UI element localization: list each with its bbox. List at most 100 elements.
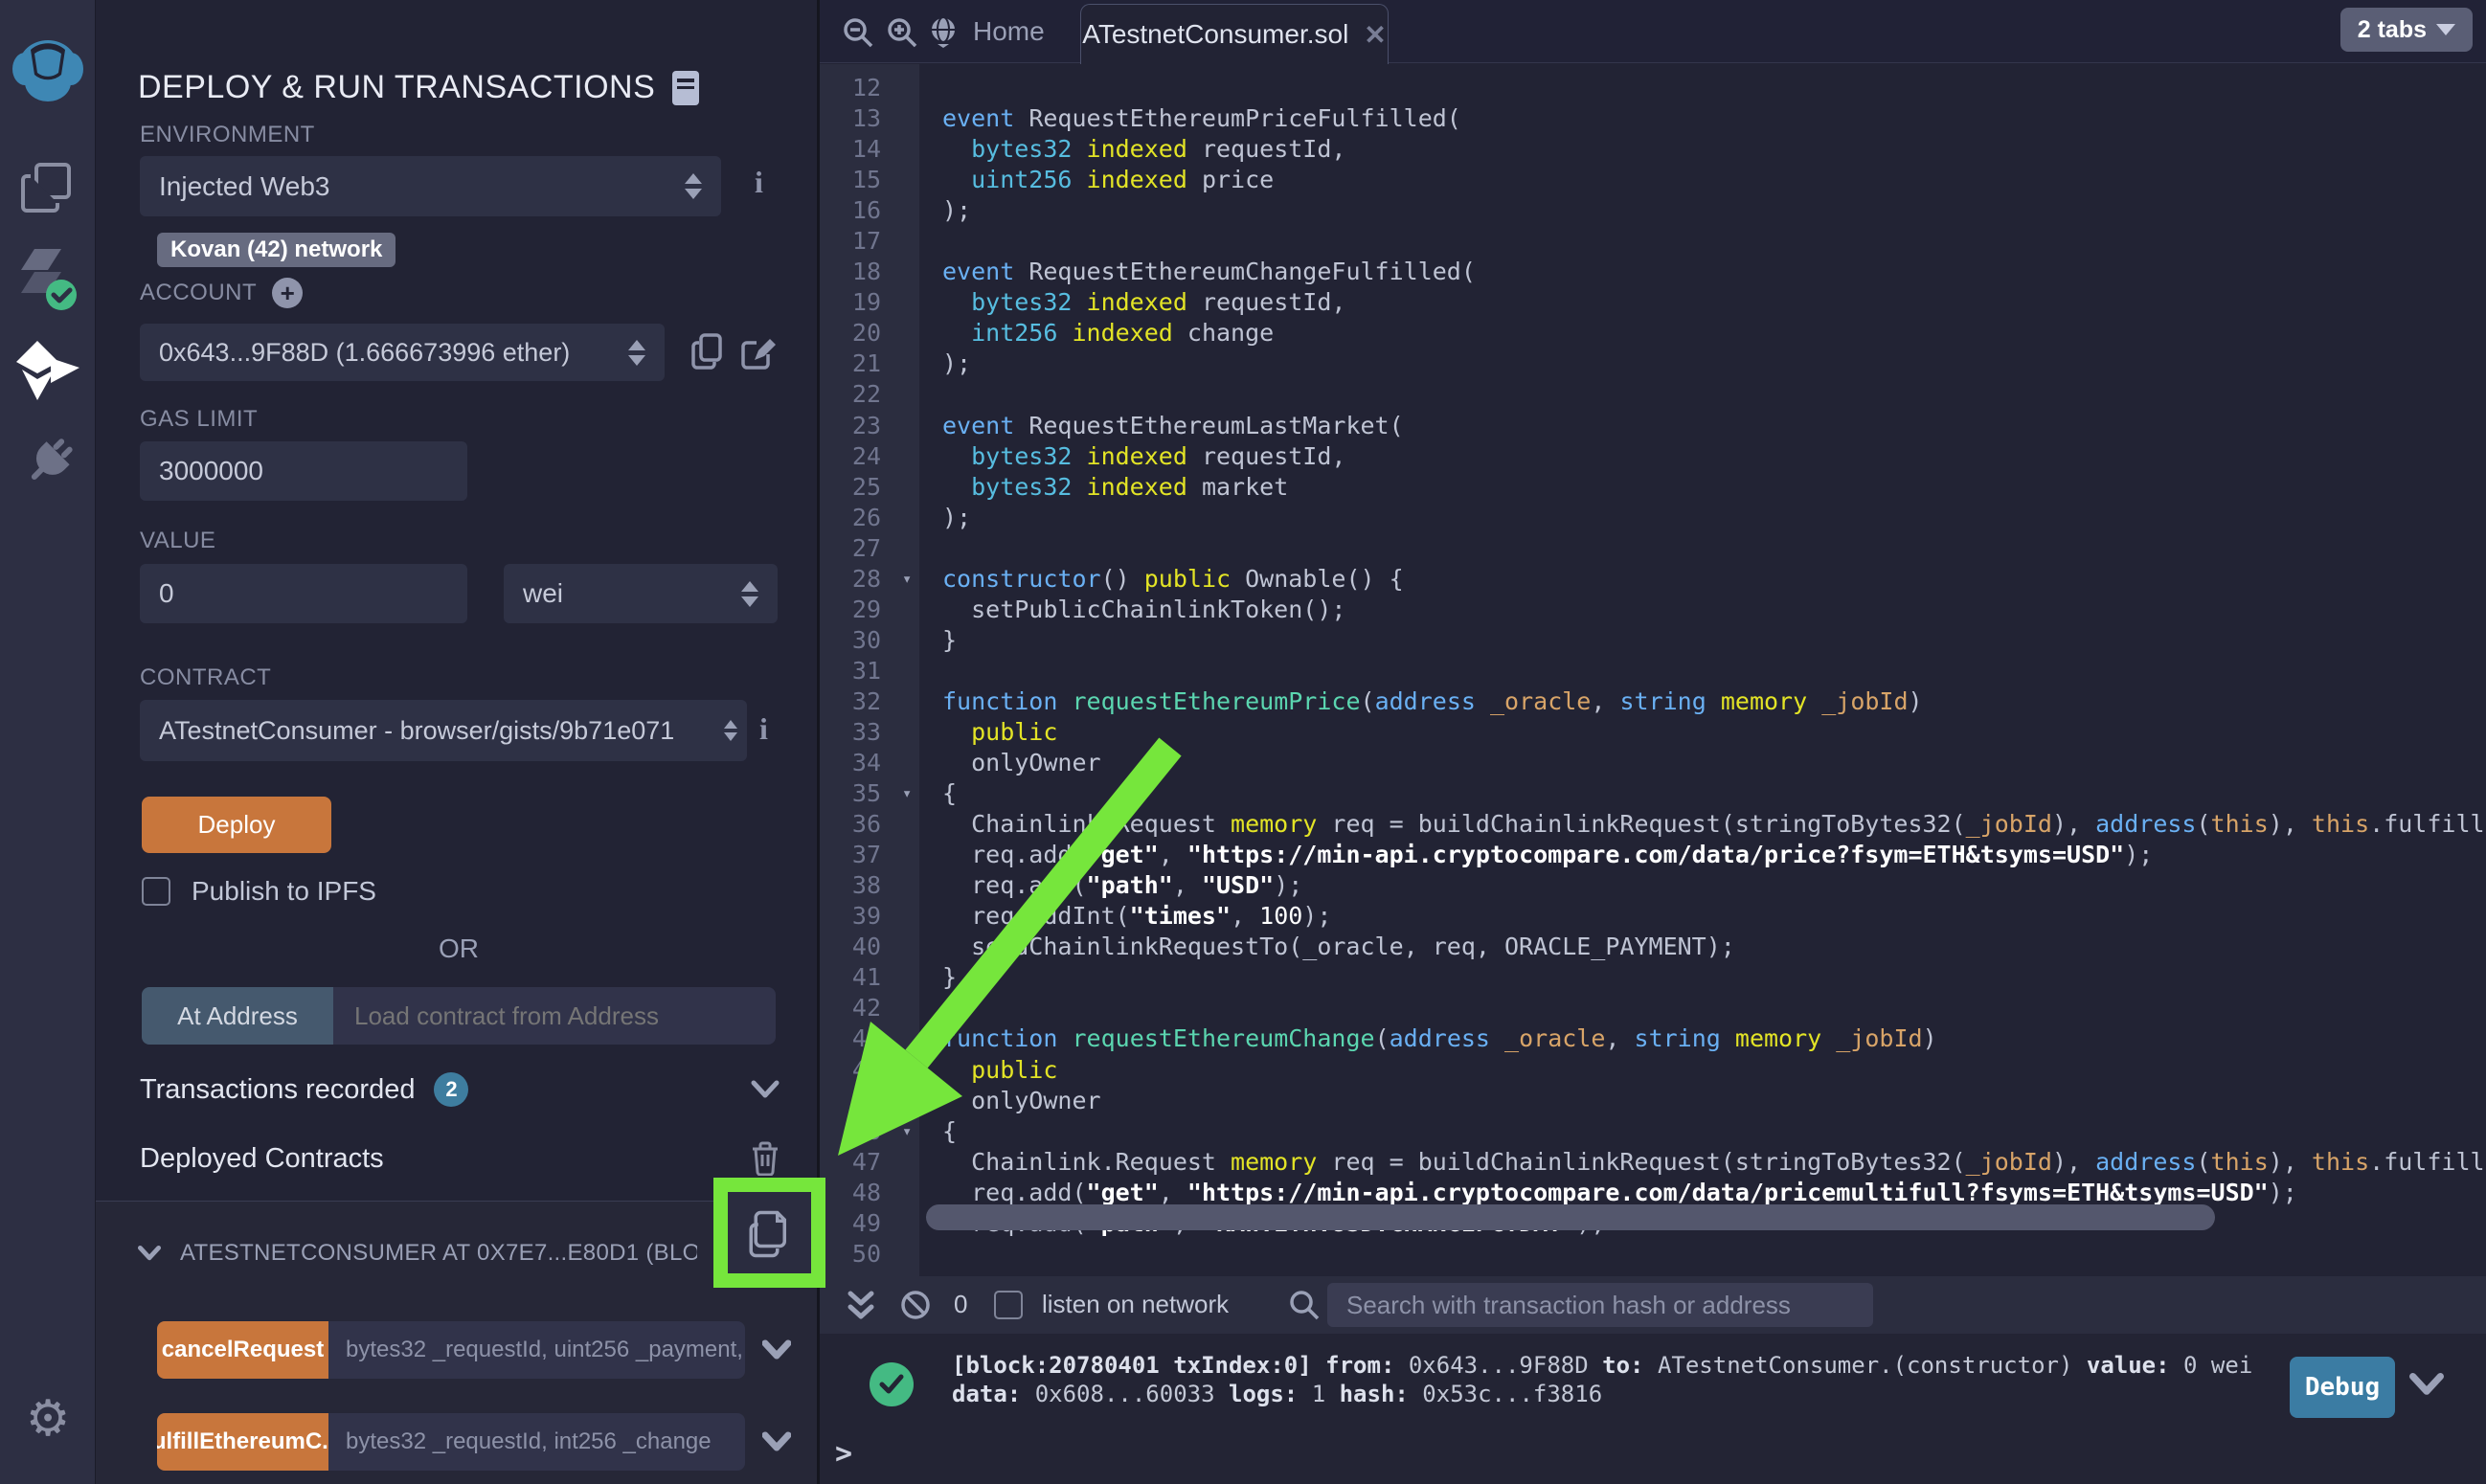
collapse-terminal-icon[interactable] <box>847 1290 875 1322</box>
cancel-request-params-input[interactable]: bytes32 _requestId, uint256 _payment, by <box>328 1321 745 1379</box>
chevron-down-icon[interactable] <box>751 1080 780 1099</box>
code-rows: 1213event RequestEthereumPriceFulfilled(… <box>820 73 2486 1270</box>
code-line: 16); <box>820 195 2486 226</box>
code-line: 28▾constructor() public Ownable() { <box>820 564 2486 595</box>
code-area[interactable]: 1213event RequestEthereumPriceFulfilled(… <box>820 64 2486 1276</box>
account-select[interactable]: 0x643...9F88D (1.666673996 ether) <box>140 324 665 381</box>
transactions-recorded-label: Transactions recorded <box>140 1074 415 1106</box>
tabs-count-label: 2 tabs <box>2358 16 2427 44</box>
settings-gear-icon[interactable]: ⚙ <box>0 1390 96 1448</box>
select-updown-icon <box>628 340 645 366</box>
contract-value: ATestnetConsumer - browser/gists/9b71e07… <box>159 716 674 746</box>
code-line: 35▾{ <box>820 778 2486 809</box>
code-line: 26); <box>820 503 2486 533</box>
panel-title-row: DEPLOY & RUN TRANSACTIONS <box>138 69 699 106</box>
or-divider: OR <box>142 933 776 964</box>
zoom-out-icon[interactable] <box>843 17 873 48</box>
fulfill-ethereum-params-input[interactable]: bytes32 _requestId, int256 _change <box>328 1413 745 1471</box>
cancel-request-button[interactable]: cancelRequest <box>157 1321 328 1379</box>
tx-success-icon <box>870 1362 914 1406</box>
pending-tx-count: 0 <box>954 1290 967 1319</box>
environment-select[interactable]: Injected Web3 <box>140 156 721 216</box>
transactions-count-badge: 2 <box>434 1072 468 1107</box>
clear-console-icon[interactable] <box>900 1290 931 1320</box>
chevron-down-icon[interactable] <box>762 1339 791 1360</box>
instance-header-row[interactable]: ATESTNETCONSUMER AT 0X7E7...E80D1 (BLOCK… <box>138 1240 712 1267</box>
publish-ipfs-label: Publish to IPFS <box>192 876 376 907</box>
deploy-button[interactable]: Deploy <box>142 797 331 853</box>
tab-home[interactable]: Home <box>927 0 1045 63</box>
edit-account-icon[interactable] <box>739 333 778 371</box>
fulfill-ethereum-button[interactable]: fulfillEthereumC... <box>157 1413 328 1471</box>
tabs-count-dropdown[interactable]: 2 tabs <box>2340 8 2473 52</box>
close-tab-icon[interactable]: ✕ <box>1364 19 1386 51</box>
code-line: 13event RequestEthereumPriceFulfilled( <box>820 103 2486 134</box>
chevron-down-icon[interactable] <box>762 1431 791 1452</box>
zoom-in-icon[interactable] <box>887 17 917 48</box>
remix-ide: { "accent": { "annotation_green": "#76e6… <box>0 0 2486 1484</box>
transactions-recorded-row[interactable]: Transactions recorded 2 <box>140 1072 780 1107</box>
code-line: 47 Chainlink.Request memory req = buildC… <box>820 1147 2486 1178</box>
code-line: 15 uint256 indexed price <box>820 165 2486 195</box>
code-line: 36 Chainlink.Request memory req = buildC… <box>820 809 2486 840</box>
copy-account-icon[interactable] <box>691 333 724 371</box>
value-input[interactable] <box>140 564 467 623</box>
contract-info-icon[interactable]: i <box>759 711 768 747</box>
value-unit: wei <box>523 578 563 609</box>
plugin-manager-icon[interactable] <box>0 433 96 488</box>
copy-instance-button[interactable] <box>726 1191 812 1277</box>
gas-limit-input[interactable] <box>140 441 467 501</box>
environment-info-icon[interactable]: i <box>755 165 763 200</box>
tx-log-entry[interactable]: [block:20780401 txIndex:0] from: 0x643..… <box>952 1351 2252 1408</box>
publish-ipfs-row: Publish to IPFS <box>142 876 376 907</box>
expand-tx-icon[interactable] <box>2409 1372 2444 1397</box>
code-line: 17 <box>820 226 2486 257</box>
at-address-input[interactable] <box>333 987 776 1045</box>
listen-network-checkbox[interactable] <box>994 1291 1023 1319</box>
code-line: 41} <box>820 962 2486 993</box>
add-account-icon[interactable]: + <box>272 278 303 308</box>
code-line: 43function requestEthereumChange(address… <box>820 1023 2486 1054</box>
publish-ipfs-checkbox[interactable] <box>142 877 170 906</box>
code-line: 34 onlyOwner <box>820 748 2486 778</box>
chevron-down-icon[interactable] <box>138 1246 161 1261</box>
code-line: 27 <box>820 533 2486 564</box>
terminal-prompt[interactable]: > <box>835 1437 852 1471</box>
debug-button[interactable]: Debug <box>2290 1357 2395 1418</box>
value-unit-select[interactable]: wei <box>504 564 778 623</box>
at-address-button[interactable]: At Address <box>142 987 333 1045</box>
value-label: VALUE <box>140 528 215 554</box>
code-line: 22 <box>820 379 2486 410</box>
code-line: 48 req.add("get", "https://min-api.crypt… <box>820 1178 2486 1208</box>
code-line: 21); <box>820 349 2486 379</box>
tab-active-file[interactable]: ATestnetConsumer.sol ✕ <box>1080 4 1389 64</box>
file-explorer-icon[interactable] <box>0 161 96 214</box>
horizontal-scrollbar[interactable] <box>926 1204 2215 1230</box>
select-updown-icon <box>741 581 758 607</box>
icon-rail: ⚙ <box>0 0 96 1484</box>
solidity-compiler-icon[interactable] <box>0 247 96 316</box>
trash-icon[interactable] <box>751 1141 780 1176</box>
code-line: 18event RequestEthereumChangeFulfilled( <box>820 257 2486 287</box>
account-label: ACCOUNT <box>140 280 257 306</box>
code-line: 44 public <box>820 1055 2486 1086</box>
code-line: 24 bytes32 indexed requestId, <box>820 441 2486 472</box>
remix-logo-icon[interactable] <box>0 36 96 103</box>
deploy-run-panel: DEPLOY & RUN TRANSACTIONS ENVIRONMENT In… <box>96 0 820 1484</box>
terminal-search-input[interactable] <box>1327 1283 1873 1327</box>
account-value: 0x643...9F88D (1.666673996 ether) <box>159 338 570 368</box>
copy-icon <box>748 1210 790 1258</box>
code-line: 37 req.add("get", "https://min-api.crypt… <box>820 840 2486 870</box>
editor-tabbar: Home ATestnetConsumer.sol ✕ 2 tabs <box>820 0 2486 63</box>
panel-title: DEPLOY & RUN TRANSACTIONS <box>138 69 655 106</box>
listen-network-label: listen on network <box>1042 1290 1229 1319</box>
code-line: 23event RequestEthereumLastMarket( <box>820 411 2486 441</box>
code-line: 33 public <box>820 717 2486 748</box>
code-line: 20 int256 indexed change <box>820 318 2486 349</box>
select-updown-icon <box>685 173 702 199</box>
doc-icon[interactable] <box>672 71 699 105</box>
contract-select[interactable]: ATestnetConsumer - browser/gists/9b71e07… <box>140 700 747 761</box>
code-line: 12 <box>820 73 2486 103</box>
deployed-instances-section: ATESTNETCONSUMER AT 0X7E7...E80D1 (BLOCK… <box>96 1201 817 1484</box>
deploy-run-icon[interactable] <box>0 341 96 400</box>
